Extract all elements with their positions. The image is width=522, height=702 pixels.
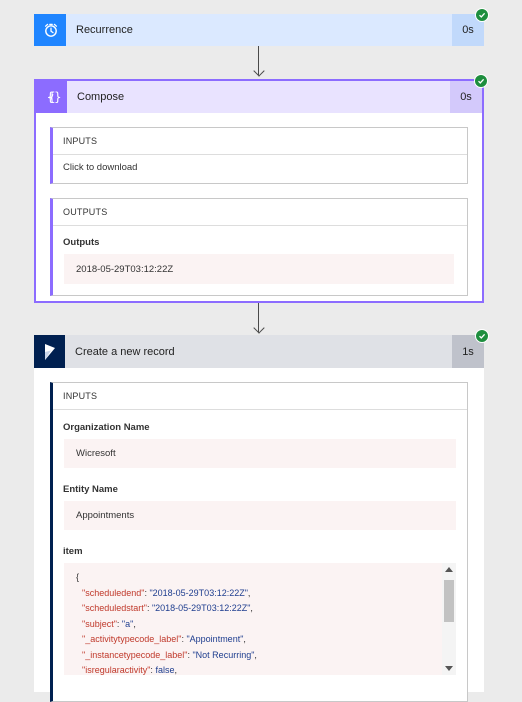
dynamics-365-icon [44,343,55,360]
organization-name-label: Organization Name [63,422,150,433]
compose-outputs-heading: OUTPUTS [53,199,467,226]
recurrence-card[interactable]: Recurrence 0s [34,8,489,46]
json-end: , [247,587,251,598]
create-record-header[interactable]: Create a new record 1s [34,329,489,368]
recurrence-title: Recurrence [76,24,133,36]
compose-outputs-section: OUTPUTS Outputs 2018-05-29T03:12:22Z [50,198,468,296]
recurrence-header[interactable]: Recurrence 0s [35,8,489,46]
json-key: "scheduledend" [82,587,145,598]
alarm-clock-icon [44,23,57,37]
compose-inputs-heading: INPUTS [53,128,467,155]
json-value: "Appointment" [186,634,244,644]
compose-outputs-label: Outputs [63,237,100,248]
json-key: "scheduledstart" [82,603,147,613]
json-lines: "scheduledend": "2018-05-29T03:12:22Z", "… [76,586,257,676]
create-record-icon-box [34,335,65,368]
scrollbar-thumb[interactable] [444,580,454,622]
json-line: "scheduledstart": "2018-05-29T03:12:22Z"… [76,601,257,617]
item-json-viewer[interactable]: { "scheduledend": "2018-05-29T03:12:22Z"… [64,563,456,675]
json-line: "isregularactivity": false, [76,663,257,675]
json-end: , [133,618,136,629]
item-json-content: { "scheduledend": "2018-05-29T03:12:22Z"… [76,570,257,675]
create-record-inputs-section: INPUTS Organization Name Wicresoft Entit… [50,382,468,702]
success-check-icon [475,329,489,343]
entity-name-value: Appointments [64,501,456,530]
compose-title: Compose [77,91,125,103]
curly-braces-function-icon: { { } [46,90,61,104]
json-end: , [254,649,257,660]
svg-text:{: { [46,90,54,104]
json-line: "scheduledend": "2018-05-29T03:12:22Z", [76,586,257,602]
success-check-icon [474,74,488,88]
json-value: false [155,665,175,675]
entity-name-label: Entity Name [63,484,118,495]
json-line: "_instancetypecode_label": "Not Recurrin… [76,648,257,664]
json-key: "subject" [82,618,117,629]
compose-outputs-value: 2018-05-29T03:12:22Z [64,254,454,284]
compose-inputs-download-link[interactable]: Click to download [63,162,137,173]
compose-card[interactable]: { { } Compose 0s INPUTS Click to downloa… [34,74,488,303]
scroll-up-icon[interactable] [445,567,453,572]
json-end: , [250,603,253,613]
json-end: , [174,665,177,675]
success-check-icon [475,8,489,22]
svg-text:}: } [54,90,61,104]
flow-arrowhead-icon [252,65,265,77]
flow-arrowhead-icon [252,322,265,334]
create-record-inputs-heading: INPUTS [53,383,467,410]
scroll-down-icon[interactable] [445,666,453,671]
compose-inputs-section: INPUTS Click to download [50,127,468,184]
json-end: , [243,634,246,644]
json-key: "isregularactivity" [82,665,151,675]
json-key: "_instancetypecode_label" [82,649,188,660]
organization-name-value: Wicresoft [64,439,456,468]
create-record-title: Create a new record [75,345,175,358]
compose-header[interactable]: { { } Compose 0s [36,74,488,113]
json-key: "_activitytypecode_label" [82,634,182,644]
json-line: "subject": "a", [76,617,257,633]
create-record-card[interactable]: Create a new record 1s INPUTS Organizati… [34,329,489,702]
item-label: item [63,546,83,557]
json-value: "2018-05-29T03:12:22Z" [151,603,251,613]
compose-icon-box: { { } [36,81,67,113]
json-value: "Not Recurring" [192,649,255,660]
json-value: "2018-05-29T03:12:22Z" [149,587,248,598]
json-line: "_activitytypecode_label": "Appointment"… [76,632,257,648]
json-scrollbar[interactable] [442,563,456,675]
json-open-brace: { [76,572,80,582]
json-value: "a" [121,618,134,629]
recurrence-icon-box [35,14,66,46]
